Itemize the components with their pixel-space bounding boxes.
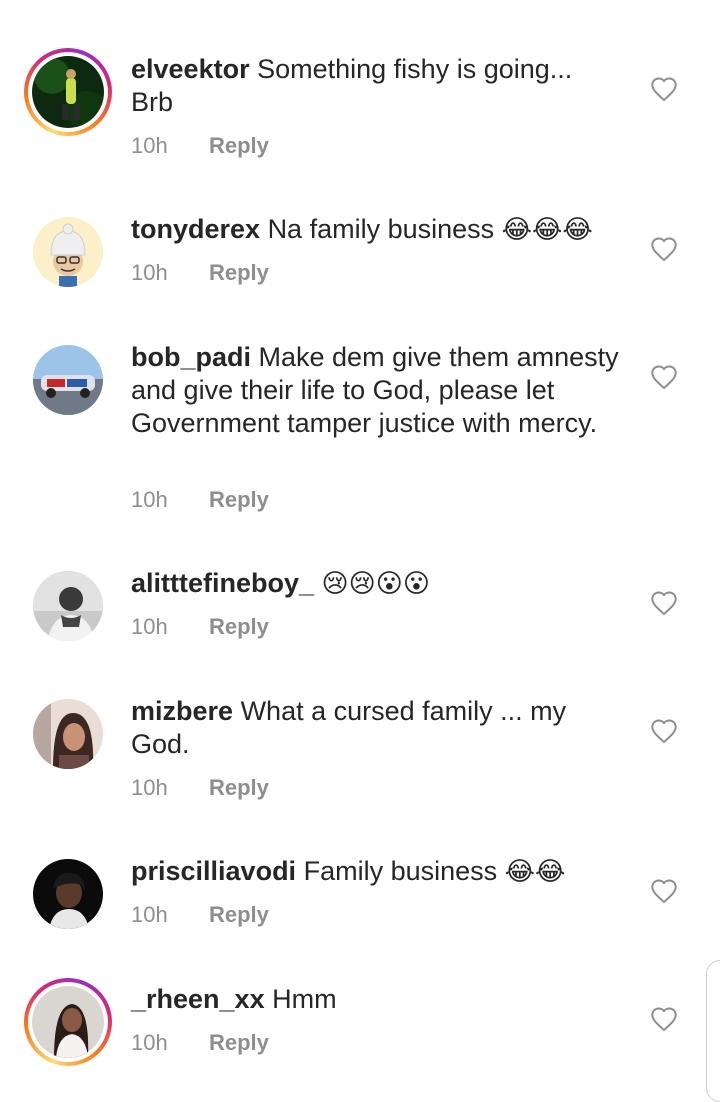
avatar[interactable] bbox=[32, 986, 104, 1058]
avatar[interactable] bbox=[33, 345, 103, 415]
reply-button[interactable]: Reply bbox=[209, 487, 269, 513]
comment-username[interactable]: mizbere bbox=[131, 696, 233, 726]
comment-username[interactable]: priscilliavodi bbox=[131, 856, 296, 886]
avatar-story-ring[interactable] bbox=[24, 978, 112, 1066]
reply-button[interactable]: Reply bbox=[209, 902, 269, 928]
comment-body: mizbere What a cursed family ... my God. bbox=[131, 695, 621, 761]
avatar-wrapper[interactable] bbox=[24, 208, 112, 296]
comment-time: 10h bbox=[131, 1030, 168, 1055]
comment-meta: 10h Reply bbox=[131, 902, 269, 928]
comment-meta: 10h Reply bbox=[131, 775, 269, 801]
comment-emoji: 😂😂😂 bbox=[501, 215, 593, 245]
comment-meta: 10h Reply bbox=[131, 260, 269, 286]
comment-username[interactable]: alitttefineboy_ bbox=[131, 568, 314, 598]
avatar[interactable] bbox=[33, 217, 103, 287]
reply-button[interactable]: Reply bbox=[209, 260, 269, 286]
comment-body: priscilliavodi Family business 😂😂 bbox=[131, 855, 621, 889]
floating-edge-tab[interactable] bbox=[706, 960, 720, 1102]
comment-body: bob_padi Make dem give them amnesty and … bbox=[131, 341, 621, 440]
comment-meta: 10h Reply bbox=[131, 133, 269, 159]
avatar-wrapper[interactable] bbox=[24, 562, 112, 650]
comment-body: alitttefineboy_ 😢😢😮😮 bbox=[131, 567, 621, 601]
comment-body: tonyderex Na family business 😂😂😂 bbox=[131, 213, 621, 247]
comment-time: 10h bbox=[131, 614, 168, 639]
comment-emoji: 😢😢😮😮 bbox=[321, 569, 430, 599]
comment-username[interactable]: elveektor bbox=[131, 54, 250, 84]
avatar-story-ring[interactable] bbox=[24, 48, 112, 136]
heart-outline-icon[interactable] bbox=[650, 364, 678, 390]
heart-outline-icon[interactable] bbox=[650, 76, 678, 102]
comment-emoji: 😂😂 bbox=[504, 857, 566, 887]
heart-outline-icon[interactable] bbox=[650, 1006, 678, 1032]
comment-time: 10h bbox=[131, 487, 168, 512]
comment-text: Family business bbox=[303, 856, 498, 886]
comment-time: 10h bbox=[131, 775, 168, 800]
comment-meta: 10h Reply bbox=[131, 1030, 269, 1056]
avatar-wrapper[interactable] bbox=[24, 850, 112, 938]
comment-username[interactable]: _rheen_xx bbox=[131, 984, 265, 1014]
comment-meta: 10h Reply bbox=[131, 487, 269, 513]
comment-text: Na family business bbox=[267, 214, 495, 244]
heart-outline-icon[interactable] bbox=[650, 718, 678, 744]
reply-button[interactable]: Reply bbox=[209, 133, 269, 159]
comment-time: 10h bbox=[131, 133, 168, 158]
comment-username[interactable]: tonyderex bbox=[131, 214, 260, 244]
avatar[interactable] bbox=[33, 859, 103, 929]
comment-time: 10h bbox=[131, 260, 168, 285]
avatar[interactable] bbox=[33, 699, 103, 769]
comment-body: elveektor Something fishy is going... Br… bbox=[131, 53, 621, 119]
reply-button[interactable]: Reply bbox=[209, 1030, 269, 1056]
reply-button[interactable]: Reply bbox=[209, 775, 269, 801]
comment-meta: 10h Reply bbox=[131, 614, 269, 640]
comment-username[interactable]: bob_padi bbox=[131, 342, 251, 372]
avatar-wrapper[interactable] bbox=[24, 690, 112, 778]
avatar-wrapper[interactable] bbox=[24, 336, 112, 424]
heart-outline-icon[interactable] bbox=[650, 590, 678, 616]
avatar[interactable] bbox=[32, 56, 104, 128]
avatar[interactable] bbox=[33, 571, 103, 641]
reply-button[interactable]: Reply bbox=[209, 614, 269, 640]
heart-outline-icon[interactable] bbox=[650, 236, 678, 262]
heart-outline-icon[interactable] bbox=[650, 878, 678, 904]
comment-time: 10h bbox=[131, 902, 168, 927]
comment-body: _rheen_xx Hmm bbox=[131, 983, 621, 1016]
comment-text: Hmm bbox=[272, 984, 337, 1014]
